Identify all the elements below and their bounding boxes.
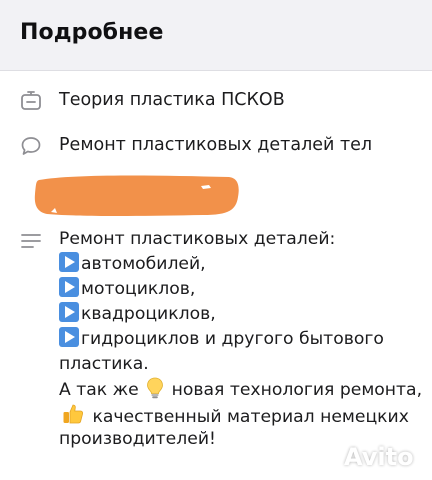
- description-text: Ремонт пластиковых деталей: автомобилей,…: [59, 227, 424, 452]
- description-line: пластика.: [59, 354, 149, 374]
- details-header: Подробнее: [0, 0, 432, 71]
- speech-bubble-icon: [20, 135, 42, 157]
- description-line: автомобилей,: [59, 252, 424, 277]
- text-lines-icon: [20, 230, 42, 252]
- description-line: гидроциклов и другого бытового: [59, 327, 424, 352]
- play-button-emoji-icon: [59, 252, 79, 272]
- play-button-emoji-icon: [59, 277, 79, 297]
- avito-brand-text: Avito: [344, 443, 414, 471]
- redaction-mark: [34, 175, 239, 216]
- avito-watermark: Avito: [308, 440, 428, 474]
- description-line: Ремонт пластиковых деталей:: [59, 229, 336, 249]
- details-card: Подробнее Теория пластика ПСКОВ Ремонт п…: [0, 0, 432, 480]
- category-icon: [20, 90, 42, 112]
- category-row[interactable]: Теория пластика ПСКОВ: [0, 88, 432, 114]
- avito-logo-icon: [310, 441, 339, 471]
- play-button-emoji-icon: [59, 302, 79, 322]
- message-row[interactable]: Ремонт пластиковых деталей тел: [0, 133, 432, 159]
- description-line: мотоциклов,: [59, 277, 424, 302]
- page-title: Подробнее: [20, 20, 164, 45]
- play-button-emoji-icon: [59, 327, 79, 347]
- category-text: Теория пластика ПСКОВ: [59, 90, 285, 110]
- description-line: А так же новая технология ремонта,: [59, 377, 424, 402]
- message-text: Ремонт пластиковых деталей тел: [59, 135, 373, 155]
- description-line: качественный материал немецких: [59, 402, 424, 427]
- description-line: квадроциклов,: [59, 302, 424, 327]
